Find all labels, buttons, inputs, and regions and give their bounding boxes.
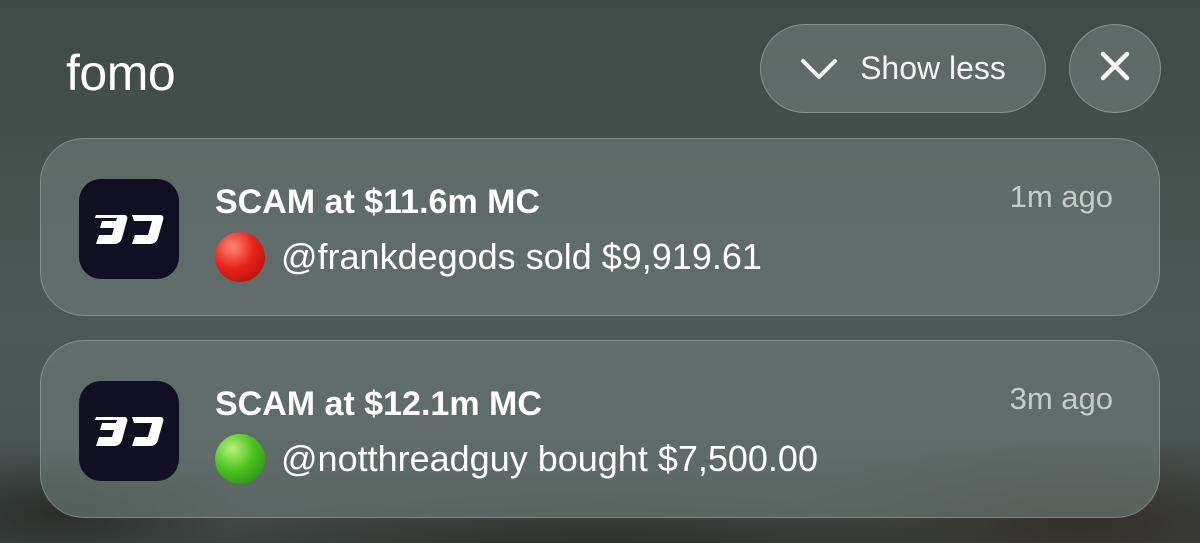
app-icon bbox=[79, 381, 179, 481]
green-circle-icon bbox=[215, 434, 265, 484]
notification-time: 3m ago bbox=[1009, 381, 1113, 416]
notification-card[interactable]: SCAM at $11.6m MC 1m ago @frankdegods so… bbox=[40, 138, 1160, 316]
show-less-button[interactable]: Show less bbox=[760, 24, 1046, 113]
notification-group-title: fomo bbox=[66, 45, 176, 101]
notification-title: SCAM at $11.6m MC bbox=[215, 183, 540, 221]
notification-message-row: @notthreadguy bought $7,500.00 bbox=[215, 434, 818, 484]
chevron-down-icon bbox=[800, 57, 838, 81]
notification-message-row: @frankdegods sold $9,919.61 bbox=[215, 232, 762, 282]
notification-time: 1m ago bbox=[1009, 179, 1113, 214]
red-circle-icon bbox=[215, 232, 265, 282]
notification-message: @frankdegods sold $9,919.61 bbox=[281, 236, 762, 277]
close-button[interactable] bbox=[1069, 24, 1161, 113]
close-icon bbox=[1099, 50, 1131, 87]
show-less-label: Show less bbox=[860, 50, 1006, 86]
app-icon bbox=[79, 179, 179, 279]
notification-title: SCAM at $12.1m MC bbox=[215, 385, 542, 423]
notification-message: @notthreadguy bought $7,500.00 bbox=[281, 438, 818, 479]
notification-card[interactable]: SCAM at $12.1m MC 3m ago @notthreadguy b… bbox=[40, 340, 1160, 518]
